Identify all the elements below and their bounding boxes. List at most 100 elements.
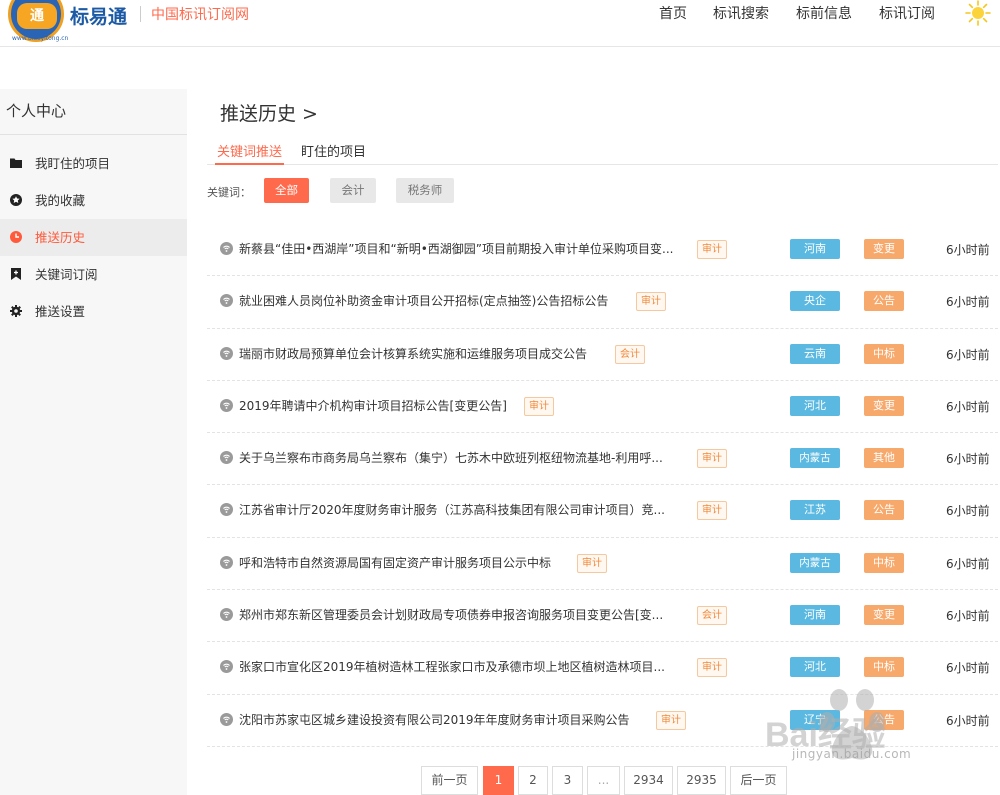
sidebar: 个人中心 我盯住的项目 我的收藏 推送历史 关键词订阅 推送设置: [0, 89, 187, 795]
page-button-3[interactable]: 3: [552, 766, 583, 795]
list-item[interactable]: 江苏省审计厅2020年度财务审计服务（江苏高科技集团有限公司审计项目）竞... …: [207, 485, 998, 538]
item-time: 6小时前: [946, 713, 990, 728]
page-button-2935[interactable]: 2935: [677, 766, 726, 795]
broadcast-icon: [220, 398, 233, 412]
item-title[interactable]: 呼和浩特市自然资源局国有固定资产审计服务项目公示中标: [239, 554, 551, 571]
list-item[interactable]: 就业困难人员岗位补助资金审计项目公开招标(定点抽签)公告招标公告 审计 央企 公…: [207, 276, 998, 329]
logo-char: 通: [17, 3, 57, 29]
type-badge: 公告: [864, 500, 904, 521]
star-icon: [10, 194, 22, 206]
page-button-2[interactable]: 2: [518, 766, 548, 795]
list-item[interactable]: 呼和浩特市自然资源局国有固定资产审计服务项目公示中标 审计 内蒙古 中标 6小时…: [207, 538, 998, 591]
sun-icon[interactable]: [965, 0, 991, 26]
broadcast-icon: [220, 294, 233, 308]
item-time: 6小时前: [946, 556, 990, 571]
item-title[interactable]: 2019年聘请中介机构审计项目招标公告[变更公告]: [239, 397, 507, 414]
region-badge: 辽宁: [790, 709, 840, 730]
item-title[interactable]: 郑州市郑东新区管理委员会计划财政局专项债券申报咨询服务项目变更公告[变...: [239, 606, 663, 623]
keyword-tag: 审计: [697, 501, 727, 521]
type-badge: 公告: [864, 709, 904, 730]
nav-search[interactable]: 标讯搜索: [713, 3, 769, 23]
item-title[interactable]: 张家口市宣化区2019年植树造林工程张家口市及承德市坝上地区植树造林项目...: [239, 658, 665, 675]
prev-page-button[interactable]: 前一页: [421, 766, 478, 795]
next-page-button[interactable]: 后一页: [730, 766, 787, 795]
sidebar-item-push-settings[interactable]: 推送设置: [0, 293, 187, 330]
item-title[interactable]: 关于乌兰察布市商务局乌兰察布（集宁）七苏木中欧班列枢纽物流基地-利用呼...: [239, 449, 663, 466]
broadcast-icon: [220, 346, 233, 360]
keyword-label: 关键词：: [207, 186, 251, 199]
sidebar-title: 个人中心: [0, 89, 187, 135]
list-item[interactable]: 新蔡县“佳田•西湖岸”项目和“新明•西湖御园”项目前期投入审计单位采购项目变..…: [207, 224, 998, 277]
page-title: 推送历史 >: [220, 103, 318, 125]
broadcast-icon: [220, 660, 233, 674]
keyword-tag: 审计: [524, 396, 554, 416]
type-badge: 变更: [864, 239, 904, 259]
keyword-tag: 审计: [636, 292, 666, 312]
type-badge: 公告: [864, 291, 904, 312]
item-title[interactable]: 新蔡县“佳田•西湖岸”项目和“新明•西湖御园”项目前期投入审计单位采购项目变..…: [239, 240, 673, 257]
item-title[interactable]: 就业困难人员岗位补助资金审计项目公开招标(定点抽签)公告招标公告: [239, 292, 608, 309]
item-time: 6小时前: [946, 504, 990, 519]
sidebar-item-push-history[interactable]: 推送历史: [0, 219, 187, 256]
watermark-url: jingyan.baidu.com: [792, 747, 912, 761]
region-badge: 云南: [790, 343, 840, 364]
item-time: 6小时前: [946, 399, 990, 414]
chip-tax-agent[interactable]: 税务师: [396, 178, 454, 203]
broadcast-icon: [220, 451, 233, 465]
region-badge: 河北: [790, 657, 840, 678]
keyword-tag: 审计: [577, 553, 607, 573]
type-badge: 中标: [864, 552, 904, 573]
region-badge: 河北: [790, 395, 840, 416]
tab-bar: 关键词推送 盯住的项目: [207, 138, 998, 165]
nav-pre-bid[interactable]: 标前信息: [796, 3, 852, 23]
list-item[interactable]: 沈阳市苏家屯区城乡建设投资有限公司2019年年度财务审计项目采购公告 审计 辽宁…: [207, 695, 998, 747]
list-item[interactable]: 2019年聘请中介机构审计项目招标公告[变更公告] 审计 河北 变更 6小时前: [207, 381, 998, 434]
item-title[interactable]: 江苏省审计厅2020年度财务审计服务（江苏高科技集团有限公司审计项目）竞...: [239, 501, 665, 518]
list-item[interactable]: 张家口市宣化区2019年植树造林工程张家口市及承德市坝上地区植树造林项目... …: [207, 642, 998, 695]
item-title[interactable]: 沈阳市苏家屯区城乡建设投资有限公司2019年年度财务审计项目采购公告: [239, 711, 630, 728]
sidebar-item-favorites[interactable]: 我的收藏: [0, 182, 187, 219]
region-badge: 河南: [790, 605, 840, 626]
region-badge: 央企: [790, 291, 840, 312]
chip-accounting[interactable]: 会计: [330, 178, 376, 203]
page-button-2934[interactable]: 2934: [624, 766, 673, 795]
sidebar-item-label: 推送历史: [35, 230, 86, 245]
item-time: 6小时前: [946, 295, 990, 310]
item-title[interactable]: 瑞丽市财政局预算单位会计核算系统实施和运维服务项目成交公告: [239, 345, 587, 362]
push-list: 新蔡县“佳田•西湖岸”项目和“新明•西湖御园”项目前期投入审计单位采购项目变..…: [207, 224, 998, 747]
keyword-tag: 审计: [697, 240, 727, 259]
type-badge: 中标: [864, 343, 904, 364]
top-header: 通 www.biaoyitong.cn 标易通 中国标讯订阅网 首页 标讯搜索 …: [0, 0, 1000, 47]
tab-keyword-push[interactable]: 关键词推送: [215, 141, 285, 165]
keyword-tag: 会计: [697, 606, 727, 626]
chip-all[interactable]: 全部: [264, 178, 309, 203]
region-badge: 江苏: [790, 500, 840, 521]
broadcast-icon: [220, 555, 233, 569]
nav-subscribe[interactable]: 标讯订阅: [879, 3, 935, 23]
type-badge: 其他: [864, 448, 904, 469]
keyword-tag: 审计: [656, 710, 686, 730]
clock-icon: [10, 231, 22, 243]
type-badge: 变更: [864, 605, 904, 626]
region-badge: 内蒙古: [790, 552, 840, 573]
site-slogan: 中国标讯订阅网: [151, 7, 249, 23]
broadcast-icon: [220, 712, 233, 726]
gear-icon: [10, 305, 22, 317]
item-time: 6小时前: [946, 452, 990, 467]
keyword-tag: 审计: [697, 658, 727, 678]
folder-icon: [10, 158, 22, 168]
sidebar-item-keyword-subscription[interactable]: 关键词订阅: [0, 256, 187, 293]
list-item[interactable]: 关于乌兰察布市商务局乌兰察布（集宁）七苏木中欧班列枢纽物流基地-利用呼... 审…: [207, 433, 998, 486]
list-item[interactable]: 瑞丽市财政局预算单位会计核算系统实施和运维服务项目成交公告 会计 云南 中标 6…: [207, 329, 998, 381]
region-badge: 内蒙古: [790, 448, 840, 469]
page-ellipsis: ...: [587, 766, 620, 795]
nav-home[interactable]: 首页: [659, 3, 687, 23]
broadcast-icon: [220, 242, 233, 255]
brand-name[interactable]: 标易通: [70, 2, 127, 29]
page-button-1[interactable]: 1: [483, 766, 514, 795]
sidebar-item-watched-projects[interactable]: 我盯住的项目: [0, 145, 187, 182]
type-badge: 中标: [864, 657, 904, 678]
keyword-tag: 会计: [615, 344, 645, 364]
tab-watched-projects[interactable]: 盯住的项目: [299, 141, 368, 160]
list-item[interactable]: 郑州市郑东新区管理委员会计划财政局专项债券申报咨询服务项目变更公告[变... 会…: [207, 590, 998, 643]
